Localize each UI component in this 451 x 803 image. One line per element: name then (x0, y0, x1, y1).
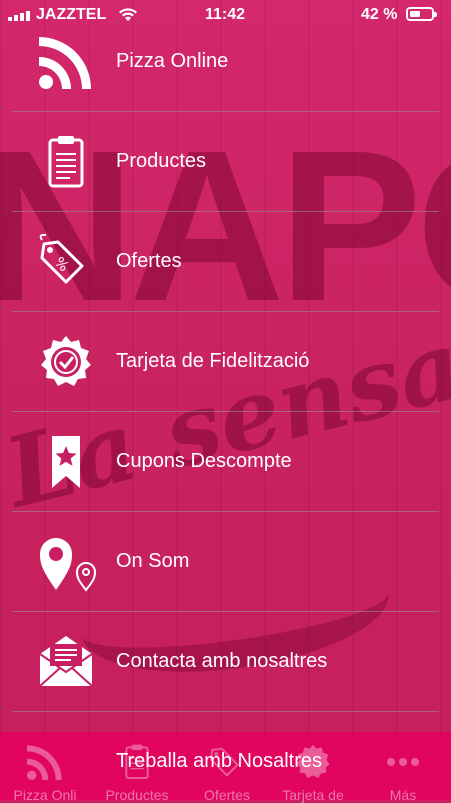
rss-icon (27, 745, 62, 780)
menu-item-contacta[interactable]: Contacta amb nosaltres (12, 612, 439, 712)
tab-mas[interactable]: Más (358, 732, 448, 803)
envelope-icon (36, 632, 96, 692)
menu-item-productes[interactable]: Productes (12, 112, 439, 212)
menu-item-ofertes[interactable]: % Ofertes (12, 212, 439, 312)
map-pin-icon (36, 532, 97, 592)
menu-item-label: On Som (116, 550, 190, 572)
discount-tag-icon: % (36, 232, 96, 292)
menu-item-cupons[interactable]: Cupons Descompte (12, 412, 439, 512)
menu-item-label: Contacta amb nosaltres (116, 650, 328, 672)
tab-pizza-online[interactable]: Pizza Onli (0, 732, 90, 803)
clipboard-icon (36, 132, 96, 192)
main-menu: Pizza Online Productes % Ofertes Tarjeta… (0, 12, 451, 712)
rss-icon (36, 32, 96, 92)
badge-check-icon (36, 332, 96, 392)
menu-item-on-som[interactable]: On Som (12, 512, 439, 612)
tab-label: Más (389, 787, 417, 803)
menu-item-label: Productes (116, 150, 207, 172)
menu-item-label: Tarjeta de Fidelització (116, 350, 310, 372)
menu-item-label: Ofertes (116, 250, 182, 272)
tab-label: Pizza Onli (13, 787, 77, 803)
tab-label: Ofertes (204, 787, 250, 803)
menu-item-label: Pizza Online (116, 50, 229, 72)
tab-label: Productes (105, 787, 169, 803)
menu-item-treballa[interactable]: Treballa amb Nosaltres (116, 750, 322, 773)
menu-item-pizza-online[interactable]: Pizza Online (12, 12, 439, 112)
more-icon (387, 758, 419, 766)
tab-label: Tarjeta de (282, 787, 344, 803)
menu-item-tarjeta[interactable]: Tarjeta de Fidelització (12, 312, 439, 412)
bookmark-star-icon (36, 432, 96, 492)
menu-item-label: Cupons Descompte (116, 450, 292, 472)
